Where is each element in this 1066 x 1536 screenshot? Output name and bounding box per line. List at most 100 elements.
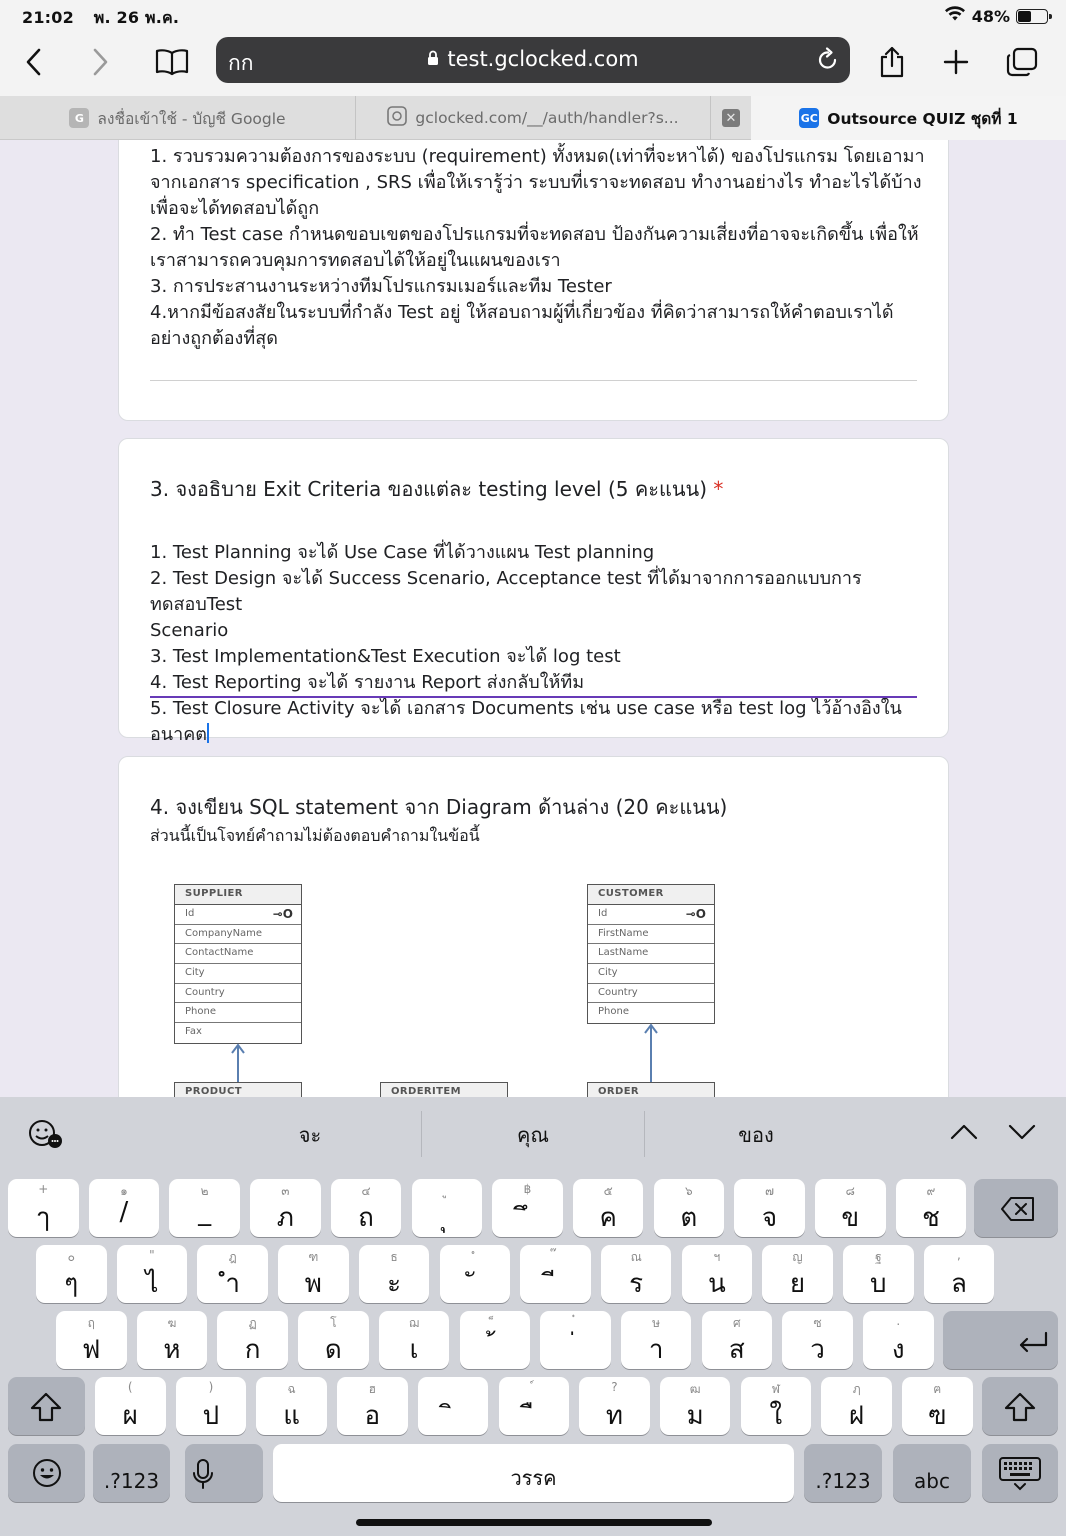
- letter-key[interactable]: ๋่: [540, 1311, 611, 1369]
- letter-key[interactable]: ณร: [600, 1245, 672, 1303]
- hide-keyboard-key[interactable]: [982, 1444, 1058, 1502]
- letter-key[interactable]: ๕ค: [572, 1179, 644, 1237]
- letter-key[interactable]: ๘ข: [815, 1179, 886, 1237]
- suggestion-divider: [421, 1111, 422, 1157]
- reload-button[interactable]: [816, 46, 840, 76]
- letter-key[interactable]: ฆห: [136, 1311, 208, 1369]
- letter-key[interactable]: ฉแ: [256, 1377, 327, 1435]
- entity-header: ORDER: [588, 1083, 714, 1097]
- letter-key[interactable]: ํั: [439, 1245, 510, 1303]
- bookmarks-button[interactable]: [150, 40, 194, 84]
- letter-key[interactable]: ฑพ: [278, 1245, 349, 1303]
- page-favicon-icon: [387, 106, 408, 130]
- answer-underline-active: [150, 696, 917, 698]
- tab-outsource-quiz[interactable]: GC Outsource QUIZ ชุดที่ 1: [751, 96, 1066, 140]
- letter-key[interactable]: ,ล: [923, 1245, 995, 1303]
- letter-key[interactable]: ๗จ: [734, 1179, 805, 1237]
- letter-key[interactable]: ธะ: [358, 1245, 430, 1303]
- suggestion-item[interactable]: ของ: [656, 1119, 856, 1151]
- url-display[interactable]: test.gclocked.com: [216, 47, 850, 71]
- emoji-search-icon[interactable]: [26, 1117, 66, 1155]
- key-alt-label: +: [38, 1182, 49, 1196]
- letter-key[interactable]: ๒ _: [169, 1179, 240, 1237]
- letter-key[interactable]: ๊ี: [520, 1245, 591, 1303]
- emoji-key[interactable]: [8, 1444, 85, 1502]
- space-key[interactable]: วรรค: [273, 1444, 794, 1502]
- letter-key[interactable]: ญย: [762, 1245, 833, 1303]
- letter-key[interactable]: ูุ: [411, 1179, 482, 1237]
- status-date: พ. 26 พ.ค.: [93, 8, 180, 27]
- letter-key[interactable]: ิ: [417, 1377, 489, 1435]
- letter-key[interactable]: ฯน: [681, 1245, 753, 1303]
- key-label: ด: [324, 1335, 342, 1365]
- letter-key[interactable]: ฒม: [659, 1377, 731, 1435]
- letter-key[interactable]: ) ป: [175, 1377, 247, 1435]
- suggestion-item[interactable]: จะ: [210, 1119, 410, 1151]
- abc-key[interactable]: abc: [893, 1444, 971, 1502]
- new-tab-button[interactable]: [934, 40, 978, 84]
- letter-key[interactable]: ฦฝ: [821, 1377, 892, 1435]
- chevron-down-icon[interactable]: [1008, 1123, 1036, 1145]
- answer-line: 2. ทำ Test case กำหนดขอบเขตของโปรแกรมที่…: [150, 224, 919, 245]
- key-label: ต: [680, 1203, 698, 1233]
- emoji-icon: [33, 1459, 61, 1487]
- answer-text-q2[interactable]: 1. รวบรวมความต้องการของระบบ (requirement…: [150, 144, 930, 352]
- tab-auth-handler[interactable]: gclocked.com/__/auth/handler?s...: [356, 96, 711, 140]
- letter-key[interactable]: ฅฃ: [902, 1377, 973, 1435]
- status-time: 21:02: [22, 8, 74, 27]
- tab-google-signin[interactable]: G ลงชื่อเข้าใช้ - บัญชี Google: [0, 96, 356, 140]
- letter-key[interactable]: ฿ึ: [492, 1179, 563, 1237]
- letter-key[interactable]: ฌเ: [378, 1311, 450, 1369]
- backspace-icon: [1001, 1197, 1034, 1221]
- chevron-up-icon[interactable]: [950, 1123, 978, 1145]
- letter-key[interactable]: ็้: [459, 1311, 530, 1369]
- letter-key[interactable]: ๙ช: [895, 1179, 967, 1237]
- numbers-key-right[interactable]: .?123: [804, 1444, 882, 1502]
- letter-key[interactable]: ๑/: [88, 1179, 160, 1237]
- key-label: abc: [914, 1469, 950, 1493]
- letter-key[interactable]: " ไ: [116, 1245, 188, 1303]
- letter-key[interactable]: ฮอ: [337, 1377, 408, 1435]
- letter-key[interactable]: ๖ต: [653, 1179, 725, 1237]
- letter-key[interactable]: .ง: [863, 1311, 934, 1369]
- key-label: ง: [891, 1335, 905, 1365]
- letter-key[interactable]: ์ื: [498, 1377, 569, 1435]
- answer-line: 2. Test Design จะได้ Success Scenario, A…: [150, 568, 862, 615]
- address-bar[interactable]: กก test.gclocked.com: [216, 37, 850, 83]
- letter-key[interactable]: โด: [298, 1311, 369, 1369]
- letter-key[interactable]: ๐ๆ: [36, 1245, 107, 1303]
- letter-key[interactable]: ศส: [701, 1311, 773, 1369]
- back-button[interactable]: [12, 40, 56, 84]
- return-key[interactable]: [943, 1311, 1058, 1369]
- letter-key[interactable]: ษา: [620, 1311, 692, 1369]
- letter-key[interactable]: ฐบ: [843, 1245, 914, 1303]
- forward-button[interactable]: [78, 40, 122, 84]
- letter-key[interactable]: ๓ภ: [250, 1179, 321, 1237]
- tab-overview-button[interactable]: [1000, 40, 1044, 84]
- share-button[interactable]: [870, 40, 914, 84]
- answer-text-q3[interactable]: 1. Test Planning จะได้ Use Case ที่ได้วา…: [150, 540, 930, 748]
- letter-key[interactable]: ซว: [782, 1311, 853, 1369]
- dictation-key[interactable]: [185, 1444, 263, 1502]
- delete-key[interactable]: [974, 1179, 1058, 1237]
- suggestion-item[interactable]: คุณ: [433, 1119, 633, 1151]
- letter-key[interactable]: ฏก: [217, 1311, 288, 1369]
- tab-label: Outsource QUIZ ชุดที่ 1: [827, 109, 1018, 128]
- answer-line: 1. รวบรวมความต้องการของระบบ (requirement…: [150, 146, 925, 167]
- tab-close-button[interactable]: ✕: [711, 96, 751, 140]
- key-label: ำ: [225, 1269, 240, 1299]
- letter-key[interactable]: (ผ: [95, 1377, 166, 1435]
- answer-line: 3. การประสานงานระหว่างทีมโปรแกรมเมอร์และ…: [150, 276, 612, 297]
- letter-key[interactable]: ๔ถ: [330, 1179, 402, 1237]
- key-alt-label: ?: [611, 1380, 618, 1394]
- letter-key[interactable]: ฎำ: [197, 1245, 268, 1303]
- letter-key[interactable]: ฬใ: [740, 1377, 812, 1435]
- letter-key[interactable]: + ๅ: [8, 1179, 79, 1237]
- letter-key[interactable]: ? ท: [579, 1377, 650, 1435]
- shift-key-right[interactable]: [982, 1377, 1058, 1435]
- letter-key[interactable]: ฤฟ: [56, 1311, 127, 1369]
- key-alt-label: ฿: [523, 1182, 532, 1196]
- numbers-key-left[interactable]: .?123: [93, 1444, 170, 1502]
- answer-line: 4.หากมีข้อสงสัยในระบบที่กำลัง Test อยู่ …: [150, 302, 894, 323]
- shift-key-left[interactable]: [8, 1377, 85, 1435]
